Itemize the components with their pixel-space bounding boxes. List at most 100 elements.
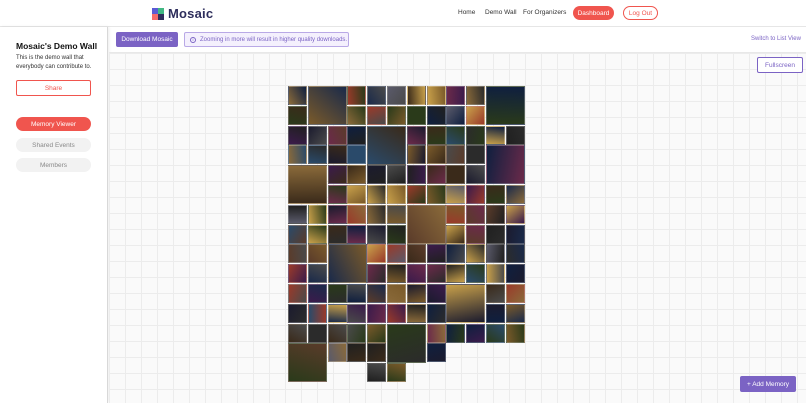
- mosaic-photo-tile[interactable]: [307, 323, 327, 343]
- mosaic-photo-tile[interactable]: [347, 224, 367, 244]
- photo-mosaic[interactable]: [288, 86, 526, 384]
- mosaic-photo-tile[interactable]: [446, 145, 466, 165]
- mosaic-photo-tile[interactable]: [288, 125, 307, 145]
- mosaic-photo-tile[interactable]: [367, 264, 387, 284]
- mosaic-photo-tile[interactable]: [387, 204, 406, 224]
- mosaic-photo-tile[interactable]: [406, 105, 426, 125]
- mosaic-photo-tile[interactable]: [288, 165, 327, 205]
- mosaic-photo-tile[interactable]: [367, 204, 387, 224]
- mosaic-photo-tile[interactable]: [426, 264, 446, 284]
- mosaic-photo-tile[interactable]: [347, 125, 367, 145]
- mosaic-photo-tile[interactable]: [466, 125, 486, 145]
- mosaic-photo-tile[interactable]: [307, 244, 327, 264]
- mosaic-photo-tile[interactable]: [446, 264, 466, 284]
- dashboard-button[interactable]: Dashboard: [573, 6, 614, 20]
- mosaic-photo-tile[interactable]: [367, 185, 387, 204]
- mosaic-photo-tile[interactable]: [307, 86, 347, 125]
- mosaic-photo-tile[interactable]: [327, 284, 347, 303]
- mosaic-photo-tile[interactable]: [406, 145, 426, 165]
- mosaic-photo-tile[interactable]: [426, 244, 446, 264]
- mosaic-photo-tile[interactable]: [347, 185, 367, 204]
- mosaic-photo-tile[interactable]: [307, 145, 327, 165]
- mosaic-photo-tile[interactable]: [446, 125, 466, 145]
- mosaic-photo-tile[interactable]: [387, 363, 406, 383]
- mosaic-photo-tile[interactable]: [406, 284, 426, 303]
- mosaic-photo-tile[interactable]: [406, 204, 446, 244]
- mosaic-photo-tile[interactable]: [307, 224, 327, 244]
- mosaic-photo-tile[interactable]: [367, 284, 387, 303]
- mosaic-photo-tile[interactable]: [426, 303, 446, 323]
- mosaic-photo-tile[interactable]: [307, 264, 327, 284]
- mosaic-photo-tile[interactable]: [466, 165, 486, 185]
- mosaic-photo-tile[interactable]: [486, 224, 505, 244]
- mosaic-photo-tile[interactable]: [406, 185, 426, 204]
- mosaic-photo-tile[interactable]: [466, 224, 486, 244]
- mosaic-photo-tile[interactable]: [367, 323, 387, 343]
- mosaic-photo-tile[interactable]: [327, 185, 347, 204]
- mosaic-photo-tile[interactable]: [327, 343, 347, 363]
- mosaic-photo-tile[interactable]: [347, 86, 367, 105]
- mosaic-photo-tile[interactable]: [288, 204, 307, 224]
- fullscreen-button[interactable]: Fullscreen: [757, 57, 803, 73]
- mosaic-photo-tile[interactable]: [307, 303, 327, 323]
- mosaic-photo-tile[interactable]: [327, 125, 347, 145]
- download-mosaic-button[interactable]: Download Mosaic: [116, 32, 178, 47]
- mosaic-photo-tile[interactable]: [307, 204, 327, 224]
- mosaic-photo-tile[interactable]: [347, 105, 367, 125]
- mosaic-photo-tile[interactable]: [387, 323, 426, 363]
- nav-organizers-link[interactable]: For Organizers: [523, 9, 566, 16]
- mosaic-photo-tile[interactable]: [327, 145, 347, 165]
- mosaic-photo-tile[interactable]: [288, 323, 307, 343]
- mosaic-photo-tile[interactable]: [387, 284, 406, 303]
- mosaic-photo-tile[interactable]: [505, 264, 525, 284]
- mosaic-photo-tile[interactable]: [486, 145, 525, 185]
- mosaic-photo-tile[interactable]: [505, 125, 525, 145]
- mosaic-photo-tile[interactable]: [426, 284, 446, 303]
- mosaic-photo-tile[interactable]: [486, 284, 505, 303]
- mosaic-photo-tile[interactable]: [486, 303, 505, 323]
- sidebar-item-memory-viewer[interactable]: Memory Viewer: [16, 117, 91, 131]
- mosaic-photo-tile[interactable]: [486, 244, 505, 264]
- mosaic-photo-tile[interactable]: [327, 244, 367, 284]
- mosaic-photo-tile[interactable]: [387, 264, 406, 284]
- mosaic-photo-tile[interactable]: [466, 204, 486, 224]
- nav-home-link[interactable]: Home: [458, 9, 475, 16]
- mosaic-photo-tile[interactable]: [486, 264, 505, 284]
- mosaic-photo-tile[interactable]: [367, 363, 387, 383]
- mosaic-photo-tile[interactable]: [426, 86, 446, 105]
- mosaic-photo-tile[interactable]: [446, 185, 466, 204]
- mosaic-photo-tile[interactable]: [426, 105, 446, 125]
- mosaic-photo-tile[interactable]: [288, 284, 307, 303]
- mosaic-photo-tile[interactable]: [387, 224, 406, 244]
- mosaic-photo-tile[interactable]: [288, 303, 307, 323]
- mosaic-photo-tile[interactable]: [347, 145, 367, 165]
- mosaic-photo-tile[interactable]: [426, 145, 446, 165]
- mosaic-photo-tile[interactable]: [406, 303, 426, 323]
- logout-button[interactable]: Log Out: [623, 6, 658, 20]
- mosaic-photo-tile[interactable]: [446, 244, 466, 264]
- mosaic-photo-tile[interactable]: [446, 284, 486, 323]
- mosaic-photo-tile[interactable]: [486, 204, 505, 224]
- mosaic-photo-tile[interactable]: [288, 86, 307, 105]
- mosaic-photo-tile[interactable]: [387, 86, 406, 105]
- mosaic-photo-tile[interactable]: [288, 105, 307, 125]
- mosaic-photo-tile[interactable]: [406, 264, 426, 284]
- mosaic-photo-tile[interactable]: [486, 86, 525, 125]
- mosaic-photo-tile[interactable]: [387, 105, 406, 125]
- mosaic-photo-tile[interactable]: [446, 204, 466, 224]
- mosaic-photo-tile[interactable]: [505, 185, 525, 204]
- app-logo[interactable]: Mosaic: [152, 6, 213, 21]
- mosaic-photo-tile[interactable]: [466, 185, 486, 204]
- mosaic-photo-tile[interactable]: [367, 224, 387, 244]
- mosaic-photo-tile[interactable]: [347, 165, 367, 185]
- mosaic-photo-tile[interactable]: [387, 303, 406, 323]
- mosaic-photo-tile[interactable]: [347, 204, 367, 224]
- mosaic-photo-tile[interactable]: [426, 343, 446, 363]
- mosaic-photo-tile[interactable]: [288, 244, 307, 264]
- sidebar-item-members[interactable]: Members: [16, 158, 91, 172]
- mosaic-photo-tile[interactable]: [387, 165, 406, 185]
- mosaic-photo-tile[interactable]: [426, 125, 446, 145]
- mosaic-photo-tile[interactable]: [288, 264, 307, 284]
- mosaic-photo-tile[interactable]: [505, 204, 525, 224]
- mosaic-photo-tile[interactable]: [327, 165, 347, 185]
